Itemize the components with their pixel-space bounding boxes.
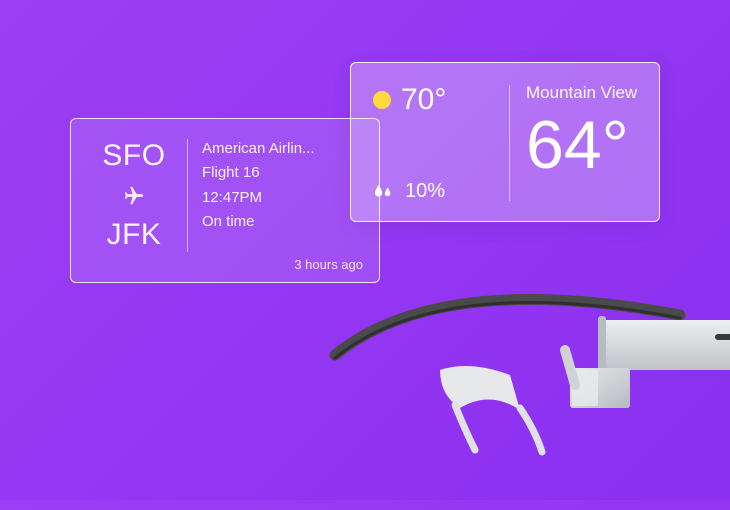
flight-status: On time	[202, 212, 359, 232]
origin-code: SFO	[102, 139, 165, 173]
flight-details: American Airlin... Flight 16 12:47PM On …	[202, 137, 359, 254]
location-name: Mountain View	[526, 83, 639, 103]
high-temp: 70°	[401, 83, 446, 117]
flight-card[interactable]: SFO JFK American Airlin... Flight 16 12:…	[70, 118, 380, 283]
weather-summary: 70° 10%	[373, 83, 493, 203]
divider	[187, 139, 188, 252]
raindrop-icon	[373, 183, 395, 201]
flight-route: SFO JFK	[91, 137, 177, 254]
sun-icon	[373, 91, 391, 109]
airline-name: American Airlin...	[202, 139, 359, 159]
departure-time: 12:47PM	[202, 188, 359, 208]
flight-number: Flight 16	[202, 163, 359, 183]
current-temp: 64°	[526, 111, 639, 179]
weather-card[interactable]: 70° 10% Mountain View 64°	[350, 62, 660, 222]
timestamp: 3 hours ago	[294, 257, 363, 272]
divider	[509, 85, 510, 201]
precipitation: 10%	[405, 180, 445, 203]
destination-code: JFK	[107, 218, 162, 252]
google-glass-illustration	[320, 290, 730, 510]
weather-main: Mountain View 64°	[526, 83, 639, 203]
airplane-icon	[123, 185, 145, 207]
